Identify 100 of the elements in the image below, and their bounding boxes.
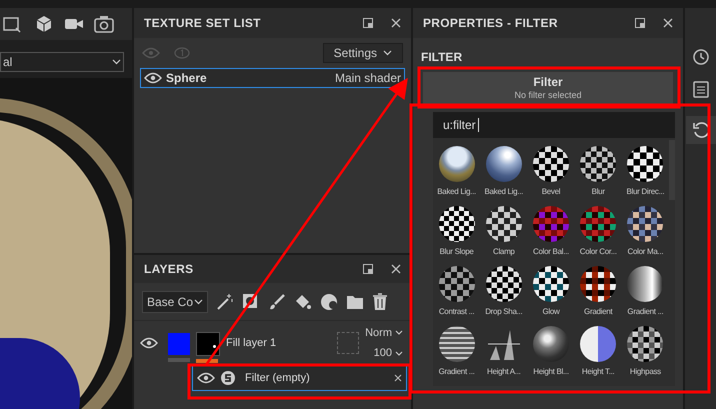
sphere-thumbnail bbox=[580, 146, 616, 182]
panel-title: TEXTURE SET LIST bbox=[144, 15, 261, 32]
section-title: FILTER bbox=[421, 49, 464, 66]
texture-set-row[interactable]: Sphere Main shader bbox=[140, 68, 405, 88]
texture-set-name: Sphere bbox=[166, 70, 207, 87]
chevron-down-icon bbox=[395, 330, 403, 336]
resource-name: Blur Slope bbox=[440, 246, 474, 258]
filter-resource[interactable]: Height T... bbox=[574, 322, 622, 382]
sphere-thumbnail bbox=[486, 146, 522, 182]
filter-resource[interactable]: Clamp bbox=[480, 202, 528, 262]
filter-resource[interactable]: Drop Sha... bbox=[480, 262, 528, 322]
sphere-thumbnail bbox=[438, 146, 475, 182]
filter-resource[interactable]: Baked Lig... bbox=[433, 142, 480, 202]
effect-row[interactable]: Filter (empty) bbox=[192, 365, 407, 391]
sphere-thumbnail bbox=[580, 266, 616, 302]
filter-resource[interactable]: Blur Slope bbox=[433, 202, 480, 262]
sphere-thumbnail bbox=[486, 266, 522, 302]
resource-name: Clamp bbox=[492, 246, 515, 258]
resource-name: Drop Sha... bbox=[485, 306, 522, 318]
camera-icon[interactable] bbox=[64, 16, 84, 32]
trash-icon[interactable] bbox=[372, 292, 388, 310]
resource-name: Gradient bbox=[584, 306, 612, 318]
resource-name: Glow bbox=[542, 306, 560, 318]
brush-icon[interactable] bbox=[268, 292, 286, 310]
settings-dropdown[interactable]: Settings bbox=[322, 43, 403, 63]
undock-icon[interactable] bbox=[363, 264, 373, 274]
sphere-thumbnail bbox=[438, 326, 475, 362]
close-icon[interactable] bbox=[394, 374, 402, 382]
filter-resource[interactable]: Blur bbox=[574, 142, 622, 202]
filter-resource[interactable]: Color Cor... bbox=[574, 202, 622, 262]
sphere-thumbnail bbox=[532, 206, 569, 242]
clipboard-icon[interactable] bbox=[692, 80, 708, 98]
filter-resource[interactable]: Gradient bbox=[574, 262, 622, 322]
empty-slot bbox=[337, 332, 360, 354]
filter-resource[interactable]: Contrast ... bbox=[433, 262, 480, 322]
undock-icon[interactable] bbox=[635, 18, 645, 28]
chevron-down-icon bbox=[395, 350, 403, 356]
resource-name: Color Bal... bbox=[533, 246, 569, 258]
close-icon[interactable] bbox=[663, 18, 673, 28]
resource-name: Contrast ... bbox=[438, 306, 474, 318]
sphere-thumbnail bbox=[627, 326, 664, 362]
chevron-down-icon bbox=[112, 59, 121, 65]
panel-title: PROPERTIES - FILTER bbox=[423, 15, 558, 32]
resource-name: Gradient ... bbox=[627, 306, 664, 318]
panel-title: LAYERS bbox=[144, 261, 194, 278]
resource-name: Highpass bbox=[630, 366, 661, 378]
channel-dropdown[interactable]: Base Co bbox=[142, 290, 208, 312]
filter-button[interactable]: Filter No filter selected bbox=[423, 72, 673, 104]
filter-resource[interactable]: Height A... bbox=[480, 322, 528, 382]
fill-color-thumbnail bbox=[168, 332, 190, 354]
screenshot-icon[interactable] bbox=[94, 15, 114, 33]
effect-name: Filter (empty) bbox=[245, 370, 311, 386]
magic-wand-icon[interactable] bbox=[216, 292, 234, 310]
chevron-down-icon bbox=[383, 50, 392, 56]
sphere-thumbnail bbox=[627, 266, 664, 302]
folder-icon[interactable] bbox=[346, 294, 364, 310]
sphere-thumbnail bbox=[532, 266, 569, 302]
resource-name: Height T... bbox=[582, 366, 614, 378]
resource-name: Baked Lig... bbox=[484, 186, 524, 198]
resource-name: Baked Lig... bbox=[437, 186, 476, 198]
shader-name: Main shader bbox=[334, 70, 401, 87]
fill-bucket-icon[interactable] bbox=[294, 292, 312, 310]
filter-resource[interactable]: Glow bbox=[527, 262, 575, 322]
resource-name: Color Cor... bbox=[580, 246, 617, 258]
filter-resource[interactable]: Height Bl... bbox=[527, 322, 575, 382]
sphere-thumbnail bbox=[532, 146, 569, 182]
sphere-thumbnail bbox=[627, 146, 664, 182]
opacity-dropdown[interactable]: 100 bbox=[374, 345, 403, 362]
mask-thumbnail bbox=[196, 332, 220, 356]
smart-material-icon[interactable] bbox=[320, 292, 338, 310]
reset-button[interactable] bbox=[686, 116, 716, 144]
sphere-thumbnail bbox=[438, 206, 475, 242]
sphere-thumbnail bbox=[580, 326, 616, 362]
resource-name: Color Ma... bbox=[627, 246, 664, 258]
filter-resource[interactable]: Highpass bbox=[622, 322, 669, 382]
filter-resource[interactable]: Blur Direc... bbox=[622, 142, 669, 202]
resource-name: Blur Direc... bbox=[626, 186, 664, 198]
search-field[interactable]: u:filter bbox=[433, 112, 675, 138]
filter-resource[interactable]: Color Bal... bbox=[527, 202, 575, 262]
close-icon[interactable] bbox=[391, 18, 401, 28]
sphere-thumbnail bbox=[580, 206, 616, 242]
history-icon[interactable] bbox=[692, 48, 710, 66]
sphere-thumbnail bbox=[486, 206, 522, 242]
shading-dropdown[interactable]: al bbox=[0, 52, 124, 72]
filter-resource[interactable]: Color Ma... bbox=[622, 202, 669, 262]
undock-icon[interactable] bbox=[363, 18, 373, 28]
blend-mode-dropdown[interactable]: Norm bbox=[365, 324, 403, 341]
resource-name: Height Bl... bbox=[533, 366, 569, 378]
filter-resource[interactable]: Bevel bbox=[527, 142, 575, 202]
refresh-icon bbox=[692, 121, 710, 139]
filter-resource[interactable]: Baked Lig... bbox=[480, 142, 528, 202]
filter-resource[interactable]: Gradient ... bbox=[622, 262, 669, 322]
cube-icon[interactable] bbox=[34, 14, 54, 34]
resource-name: Gradient ... bbox=[438, 366, 475, 378]
sphere-thumbnail bbox=[438, 266, 475, 302]
layer-name: Fill layer 1 bbox=[226, 336, 276, 351]
filter-resource[interactable]: Gradient ... bbox=[433, 322, 480, 382]
close-icon[interactable] bbox=[391, 264, 401, 274]
resource-name: Blur bbox=[592, 186, 605, 198]
resource-name: Height A... bbox=[486, 366, 521, 378]
